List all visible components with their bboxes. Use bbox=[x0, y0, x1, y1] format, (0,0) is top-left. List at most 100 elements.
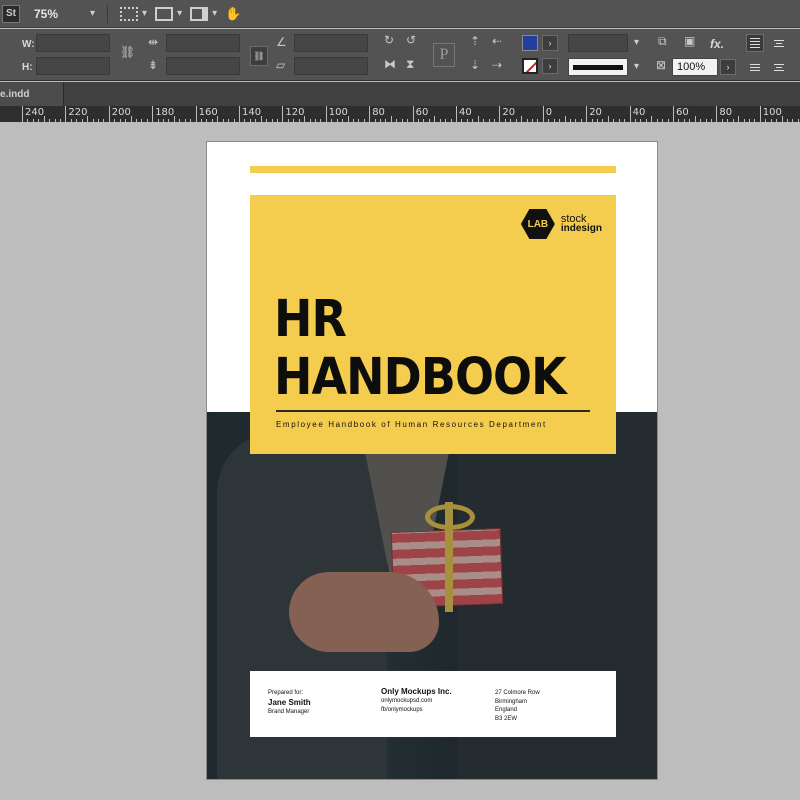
top-accent-bar bbox=[250, 166, 616, 173]
ruler-label: 240 bbox=[25, 107, 45, 118]
width-field[interactable] bbox=[36, 34, 110, 52]
footer-panel: Prepared for: Jane Smith Brand Manager O… bbox=[250, 671, 616, 737]
zoom-dropdown-icon[interactable]: ▾ bbox=[90, 8, 95, 19]
ruler-label: 100 bbox=[328, 107, 348, 118]
title-rule bbox=[276, 410, 590, 412]
ruler-tick bbox=[673, 106, 674, 122]
shear-angle-icon[interactable]: ▱ bbox=[276, 58, 285, 72]
shear-field[interactable] bbox=[294, 57, 368, 75]
address-line-1: 27 Colmore Row bbox=[495, 690, 540, 696]
address-block: 27 Colmore Row Birmingham England B3 2EW bbox=[495, 689, 540, 723]
ruler-label: 80 bbox=[719, 107, 733, 118]
address-line-4: B3 2EW bbox=[495, 715, 518, 722]
rotate-angle-icon[interactable]: ∠ bbox=[276, 35, 287, 49]
opacity-dropdown-icon[interactable]: › bbox=[720, 59, 736, 75]
view-options-dropdown-icon[interactable]: ▾ bbox=[142, 8, 147, 19]
document-page[interactable]: LAB stock indesign HR HANDBOOK Employee … bbox=[206, 141, 658, 780]
ruler-label: 100 bbox=[762, 107, 782, 118]
align-center-icon[interactable] bbox=[770, 34, 788, 52]
ruler-tick bbox=[152, 106, 154, 122]
link-scale-icon[interactable]: ⛓ bbox=[250, 46, 268, 66]
select-content-icon[interactable]: ⇣ bbox=[470, 58, 480, 72]
stroke-weight-field[interactable] bbox=[568, 34, 628, 52]
screen-mode-icon[interactable] bbox=[155, 6, 174, 21]
align-justify-icon[interactable] bbox=[746, 34, 764, 52]
fill-color-swatch[interactable] bbox=[522, 35, 538, 51]
view-options-icon[interactable] bbox=[120, 6, 139, 21]
scale-y-field[interactable] bbox=[166, 57, 240, 75]
rotate-ccw-icon[interactable]: ↺ bbox=[406, 33, 416, 47]
scale-x-field[interactable] bbox=[166, 34, 240, 52]
ruler-label: 20 bbox=[502, 107, 516, 118]
horizontal-ruler[interactable]: 240 220 200 180 160 140 120 100 80 60 40 20 0 20 40 60 8… bbox=[0, 106, 800, 122]
stroke-dropdown-icon[interactable]: › bbox=[542, 58, 558, 74]
company-block: Only Mockups Inc. onlymockupsd.com fb/on… bbox=[381, 687, 452, 714]
company-name: Only Mockups Inc. bbox=[381, 687, 452, 696]
ruler-label: 220 bbox=[68, 107, 88, 118]
select-container-icon[interactable]: ⇡ bbox=[470, 34, 480, 48]
ruler-label: 20 bbox=[589, 107, 602, 118]
control-panel: W: H: ⛓ ⇹ ⇟ ⛓ ∠ ▱ ↻ ↺ ⧓ ⧗ P ⇡ ⇠ ⇣ ⇢ › › … bbox=[0, 29, 800, 81]
ruler-label: 140 bbox=[242, 107, 262, 118]
arrange-dropdown-icon[interactable]: ▾ bbox=[212, 8, 217, 19]
ruler-tick bbox=[759, 106, 761, 122]
stroke-type-dropdown-icon[interactable]: ▾ bbox=[634, 61, 639, 72]
stroke-weight-dropdown-icon[interactable]: ▾ bbox=[634, 37, 639, 48]
screen-mode-dropdown-icon[interactable]: ▾ bbox=[177, 8, 182, 19]
address-line-3: England bbox=[495, 707, 518, 713]
ruler-tick bbox=[195, 106, 197, 122]
frame-fitting-icon[interactable]: ⧉ bbox=[658, 34, 667, 49]
rotation-field[interactable] bbox=[294, 34, 368, 52]
select-next-icon[interactable]: ⇢ bbox=[492, 58, 502, 72]
logo-hexagon-icon: LAB bbox=[520, 209, 555, 239]
ruler-label: 160 bbox=[198, 107, 218, 118]
drop-shadow-icon[interactable]: ▣ bbox=[684, 34, 695, 48]
ruler-label: 60 bbox=[415, 107, 429, 118]
ruler-label: 40 bbox=[632, 107, 646, 118]
height-label: H: bbox=[22, 62, 33, 73]
opacity-field[interactable]: 100% bbox=[672, 58, 718, 76]
title-line-2: HANDBOOK bbox=[274, 348, 567, 407]
arrange-documents-icon[interactable] bbox=[190, 6, 209, 21]
constrain-proportions-icon[interactable]: ⛓ bbox=[120, 45, 135, 59]
reference-point-button[interactable]: P bbox=[433, 43, 455, 67]
recipient-role: Brand Manager bbox=[268, 708, 310, 715]
ruler-tick bbox=[325, 106, 327, 122]
ruler-tick bbox=[22, 106, 23, 122]
rotate-cw-icon[interactable]: ↻ bbox=[384, 33, 394, 47]
brand-logo: LAB stock indesign bbox=[520, 209, 602, 239]
cover-title: HR HANDBOOK bbox=[274, 290, 567, 407]
flip-vertical-icon[interactable]: ⧗ bbox=[406, 57, 414, 72]
title-line-1: HR bbox=[274, 290, 347, 349]
ruler-label: 180 bbox=[155, 107, 175, 118]
text-wrap-alt-icon[interactable] bbox=[770, 58, 788, 76]
zoom-level[interactable]: 75% bbox=[34, 7, 86, 21]
stroke-color-swatch[interactable] bbox=[522, 58, 538, 74]
scale-x-icon[interactable]: ⇹ bbox=[148, 35, 158, 49]
ruler-label: 200 bbox=[111, 107, 131, 118]
ruler-tick bbox=[239, 106, 240, 122]
select-previous-icon[interactable]: ⇠ bbox=[492, 34, 502, 48]
ruler-label: 40 bbox=[459, 107, 472, 118]
ruler-label: 80 bbox=[372, 107, 385, 118]
hand-icon[interactable]: ✋ bbox=[225, 6, 241, 22]
prepared-label: Prepared for: bbox=[268, 690, 304, 696]
flip-horizontal-icon[interactable]: ⧓ bbox=[384, 57, 396, 71]
ruler-tick bbox=[716, 106, 718, 122]
height-field[interactable] bbox=[36, 57, 110, 75]
document-tab[interactable]: e.indd bbox=[0, 82, 64, 106]
ruler-tick bbox=[542, 106, 544, 122]
cover-subtitle: Employee Handbook of Human Resources Dep… bbox=[276, 420, 547, 429]
ruler-tick bbox=[369, 106, 371, 122]
stock-logo-icon[interactable]: St bbox=[2, 4, 20, 23]
scale-y-icon[interactable]: ⇟ bbox=[148, 58, 158, 72]
ruler-tick bbox=[586, 106, 588, 122]
fill-dropdown-icon[interactable]: › bbox=[542, 35, 558, 51]
ruler-label: 120 bbox=[285, 107, 305, 118]
title-block: LAB stock indesign HR HANDBOOK Employee … bbox=[250, 195, 616, 454]
fx-effects-icon[interactable]: fx. bbox=[710, 37, 724, 51]
ruler-tick bbox=[282, 106, 284, 122]
ruler-tick bbox=[456, 106, 457, 122]
text-wrap-icon[interactable] bbox=[746, 58, 764, 76]
stroke-type-sample[interactable] bbox=[568, 58, 628, 76]
